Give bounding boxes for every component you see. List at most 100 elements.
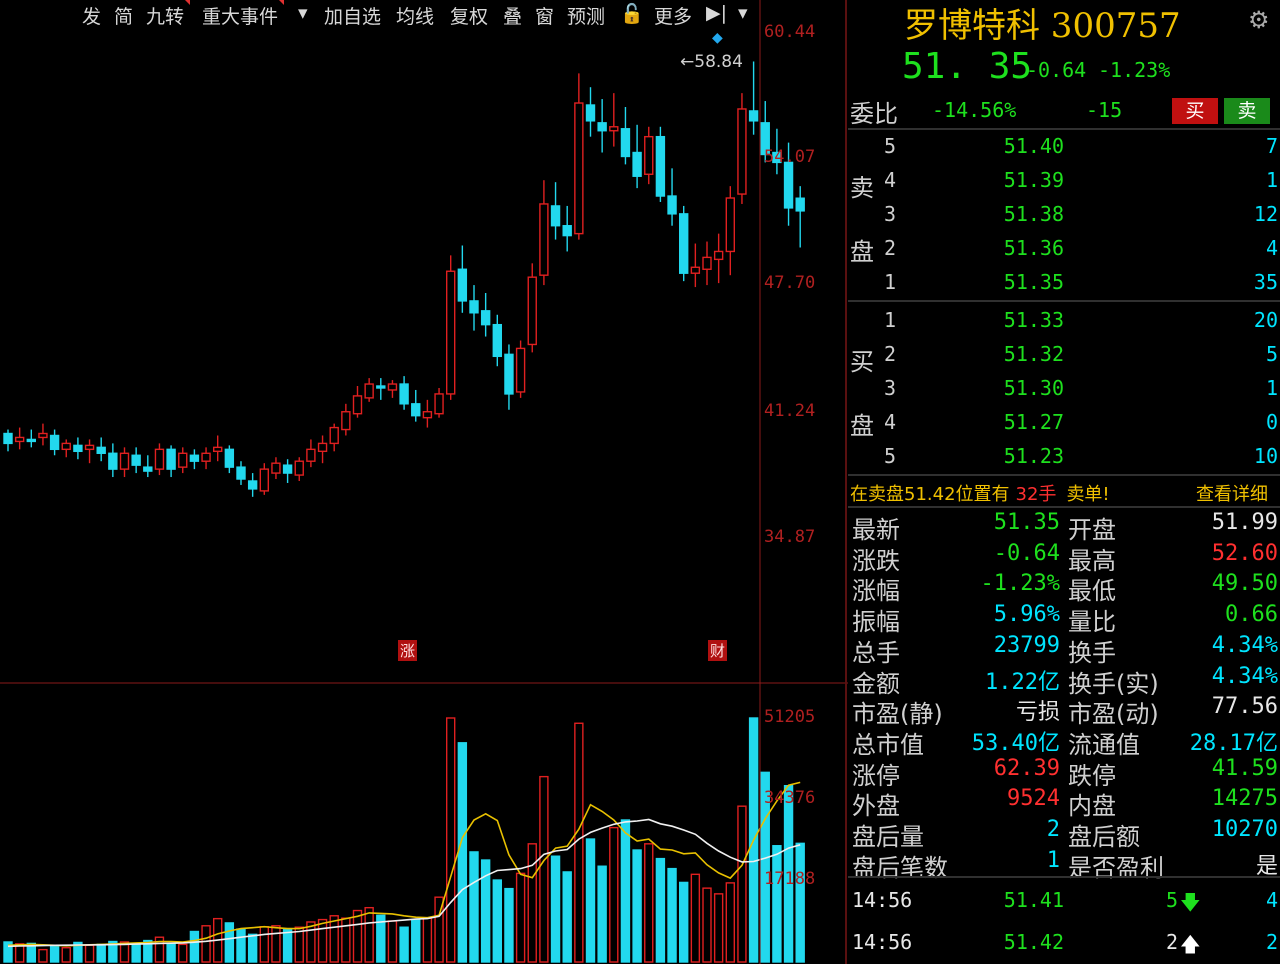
candle[interactable] [259,468,269,492]
candle[interactable] [143,466,153,472]
volume-bar[interactable] [772,845,782,963]
candle[interactable] [574,102,584,235]
volume-bar[interactable] [259,926,269,963]
book-price[interactable]: 51.27 [978,410,1064,434]
volume-bar[interactable] [457,742,468,963]
volume-bar[interactable] [224,922,235,963]
candle[interactable] [84,444,95,451]
book-price[interactable]: 51.39 [978,168,1064,192]
sell-button[interactable]: 卖 [1224,98,1270,124]
book-price[interactable]: 51.23 [978,444,1064,468]
candle[interactable] [3,432,13,445]
book-price[interactable]: 51.30 [978,376,1064,400]
candle[interactable] [457,268,468,302]
volume-bar[interactable] [585,838,596,963]
volume-bar[interactable] [49,945,60,963]
candle[interactable] [329,426,339,445]
candle[interactable] [504,353,514,395]
toolbar-item[interactable]: 重大事件 [202,0,285,29]
toolbar-item[interactable]: 均线 [396,2,434,29]
candle[interactable] [224,448,235,468]
candle[interactable] [480,310,491,326]
candle[interactable] [306,448,316,462]
volume-bar[interactable] [597,865,607,963]
volume-bar[interactable] [644,843,654,963]
toolbar-item[interactable]: 🔓 [620,2,644,25]
candle[interactable] [655,135,666,197]
book-price[interactable]: 51.33 [978,308,1064,332]
candle[interactable] [644,135,654,175]
candle[interactable] [632,151,642,177]
volume-bar[interactable] [166,942,176,963]
volume-bar[interactable] [329,915,339,963]
volume-bar[interactable] [399,926,409,963]
candle[interactable] [178,452,188,468]
volume-bar[interactable] [632,849,642,963]
candle[interactable] [271,462,281,474]
volume-bar[interactable] [84,944,95,963]
buy-button[interactable]: 买 [1172,98,1218,124]
candle[interactable] [748,110,759,122]
volume-bar[interactable] [364,906,374,963]
candle[interactable] [119,452,130,470]
candle[interactable] [49,434,60,451]
candle[interactable] [515,347,526,393]
candle[interactable] [690,266,701,274]
event-tag[interactable]: 涨 [398,640,418,661]
candle[interactable] [14,436,25,443]
candle[interactable] [609,126,619,132]
candle[interactable] [527,276,537,346]
candle[interactable] [737,108,747,195]
toolbar-item[interactable]: 九转 [146,0,191,29]
volume-bar[interactable] [655,857,666,963]
candle[interactable] [620,128,631,158]
volume-bar[interactable] [539,775,549,963]
candle[interactable] [236,466,246,480]
toolbar-item[interactable]: 简 [114,2,133,29]
volume-bar[interactable] [411,918,421,963]
candle[interactable] [387,383,398,391]
order-notice[interactable]: 在卖盘51.42位置有 32手 卖单! [850,480,1110,506]
candle[interactable] [61,442,71,451]
candle[interactable] [492,323,502,358]
candle[interactable] [352,395,363,415]
candle[interactable] [212,446,223,453]
candle[interactable] [562,225,572,237]
candle[interactable] [282,464,293,474]
candle[interactable] [446,270,456,395]
candle[interactable] [585,104,596,122]
toolbar-item[interactable]: ▾ [738,2,748,24]
candle[interactable] [341,411,351,431]
volume-bar[interactable] [201,925,211,963]
volume-bar[interactable] [387,920,398,963]
volume-bar[interactable] [61,947,71,963]
volume-bar[interactable] [550,855,561,963]
volume-bar[interactable] [189,930,200,963]
toolbar-item[interactable]: 预测 [567,2,605,29]
volume-bar[interactable] [271,925,281,963]
toolbar-item[interactable]: 窗 [535,2,554,29]
candle[interactable] [166,448,176,470]
book-price[interactable]: 51.40 [978,134,1064,158]
candle[interactable] [702,256,712,270]
volume-bar[interactable] [515,872,526,963]
volume-bar[interactable] [422,917,433,963]
toolbar-item[interactable]: 加自选 [324,2,381,29]
kline-chart[interactable] [0,0,848,964]
view-details-link[interactable]: 查看详细 [1196,480,1268,506]
candle[interactable] [201,452,211,462]
candle[interactable] [469,300,479,314]
candle[interactable] [679,213,689,274]
candle[interactable] [317,442,328,453]
candle[interactable] [434,393,444,415]
candle[interactable] [38,432,48,439]
volume-bar[interactable] [713,893,724,963]
candle[interactable] [96,446,106,454]
candle[interactable] [795,197,805,212]
candle[interactable] [247,480,258,490]
volume-bar[interactable] [620,819,631,963]
volume-bar[interactable] [737,805,747,963]
toolbar-item[interactable]: ▾ [298,2,308,24]
candle[interactable] [376,385,386,389]
candle[interactable] [73,444,83,453]
